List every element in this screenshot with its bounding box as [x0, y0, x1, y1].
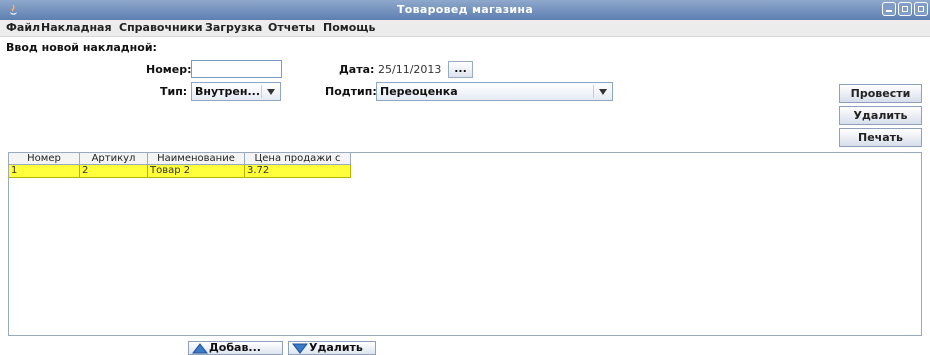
- cell-number[interactable]: 1: [9, 165, 80, 178]
- menu-reports[interactable]: Отчеты: [268, 21, 315, 34]
- print-button[interactable]: Печать: [839, 128, 922, 147]
- triangle-down-icon: [292, 343, 308, 354]
- close-button[interactable]: [914, 2, 928, 16]
- cell-article[interactable]: 2: [80, 165, 148, 178]
- combo-separator: [261, 85, 262, 98]
- menu-invoice[interactable]: Накладная: [41, 21, 112, 34]
- invoice-table[interactable]: Номер Артикул Наименование Цена продажи …: [8, 152, 922, 336]
- post-button[interactable]: Провести: [839, 84, 922, 103]
- column-price[interactable]: Цена продажи с НДС: [245, 153, 351, 175]
- number-label: Номер:: [146, 63, 192, 76]
- cell-name[interactable]: Товар 2: [148, 165, 245, 178]
- menu-bar: Файл Накладная Справочники Загрузка Отче…: [0, 20, 930, 37]
- add-row-button[interactable]: Добав...: [188, 341, 283, 355]
- title-bar: Товаровед магазина: [0, 0, 930, 20]
- window-title: Товаровед магазина: [396, 3, 534, 16]
- menu-file[interactable]: Файл: [6, 21, 40, 34]
- subtype-combobox[interactable]: Переоценка: [376, 82, 613, 101]
- date-label: Дата:: [339, 63, 375, 76]
- maximize-button[interactable]: [898, 2, 912, 16]
- minimize-button[interactable]: [882, 2, 896, 16]
- chevron-down-icon[interactable]: [267, 89, 275, 95]
- date-value[interactable]: 25/11/2013: [378, 63, 441, 76]
- column-number[interactable]: Номер: [9, 153, 80, 165]
- date-picker-button[interactable]: ...: [448, 61, 473, 78]
- table-row[interactable]: 1 2 Товар 2 3.72: [9, 165, 351, 178]
- menu-directories[interactable]: Справочники: [119, 21, 203, 34]
- subtype-label: Подтип:: [325, 85, 377, 98]
- type-label: Тип:: [160, 85, 188, 98]
- delete-button[interactable]: Удалить: [839, 106, 922, 125]
- cell-price[interactable]: 3.72: [245, 165, 351, 178]
- type-selected-value: Внутрен...: [195, 85, 261, 98]
- table-header: Номер Артикул Наименование Цена продажи …: [9, 153, 351, 175]
- add-row-label: Добав...: [209, 341, 261, 354]
- remove-row-button[interactable]: Удалить: [288, 341, 376, 355]
- menu-help[interactable]: Помощь: [323, 21, 375, 34]
- chevron-down-icon[interactable]: [599, 89, 607, 95]
- section-title: Ввод новой накладной:: [6, 41, 157, 54]
- column-article[interactable]: Артикул: [80, 153, 148, 165]
- column-name[interactable]: Наименование: [148, 153, 245, 165]
- menu-loading[interactable]: Загрузка: [205, 21, 262, 34]
- combo-separator: [593, 85, 594, 98]
- remove-row-label: Удалить: [309, 341, 363, 354]
- triangle-up-icon: [192, 343, 208, 354]
- number-input[interactable]: [191, 60, 282, 78]
- subtype-selected-value: Переоценка: [380, 85, 458, 98]
- type-combobox[interactable]: Внутрен...: [191, 82, 281, 101]
